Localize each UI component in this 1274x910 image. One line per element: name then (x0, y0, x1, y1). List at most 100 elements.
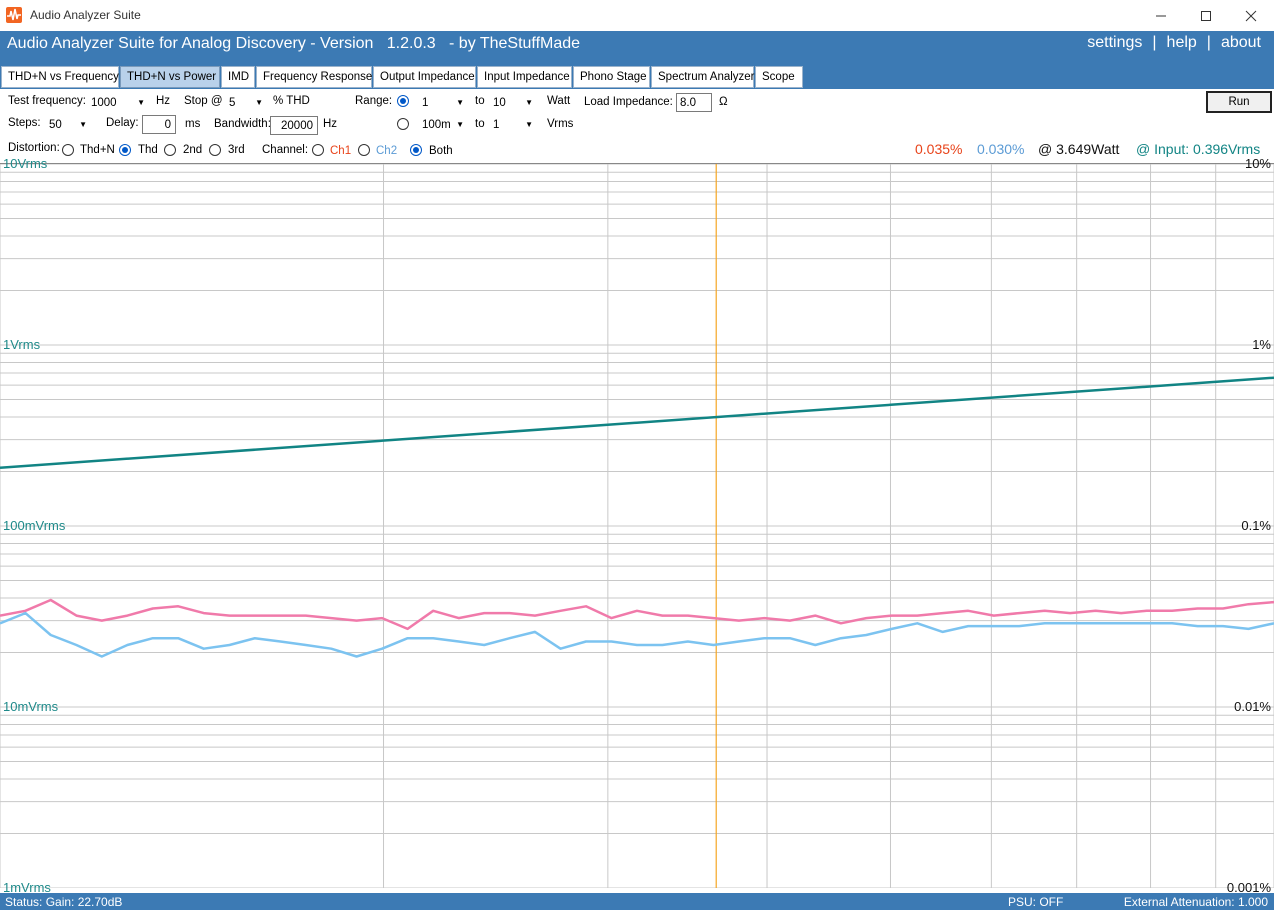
tab-thdn-vs-power[interactable]: THD+N vs Power (120, 66, 220, 88)
bandwidth-input[interactable]: 20000 (270, 116, 318, 135)
steps-value: 50 (49, 119, 62, 131)
status-bar: Status: Gain: 22.70dB PSU: OFF External … (0, 893, 1274, 910)
tab-frequency-response[interactable]: Frequency Response (256, 66, 372, 88)
maximize-icon[interactable] (1183, 0, 1229, 31)
ohm-unit: Ω (719, 96, 728, 108)
range-watt-to-select[interactable]: 10 ▼ (489, 94, 537, 112)
channel-ch2-label: Ch2 (376, 145, 398, 157)
bandwidth-label: Bandwidth: (214, 118, 271, 130)
steps-label: Steps: (8, 117, 41, 129)
right-axis-tick-label: 1% (1252, 337, 1271, 352)
waveform-app-icon (6, 7, 22, 23)
channel-both-radio[interactable] (410, 144, 422, 156)
chevron-down-icon: ▼ (525, 98, 533, 107)
test-frequency-select[interactable]: 1000 ▼ (87, 94, 149, 112)
settings-link[interactable]: settings (1084, 34, 1145, 52)
load-impedance-input[interactable]: 8.0 (676, 93, 712, 112)
watt-unit: Watt (547, 95, 571, 107)
channel-ch2-radio[interactable] (358, 144, 370, 156)
pct-thd-unit: % THD (273, 95, 310, 107)
tab-strip: THD+N vs Frequency THD+N vs Power IMD Fr… (0, 64, 1274, 89)
distortion-thd-radio[interactable] (119, 144, 131, 156)
link-separator: | (1152, 34, 1157, 51)
load-impedance-label: Load Impedance: (584, 96, 673, 108)
chevron-down-icon: ▼ (525, 120, 533, 129)
link-separator: | (1206, 34, 1211, 51)
help-link[interactable]: help (1164, 34, 1200, 52)
thdn-vs-power-chart[interactable]: 10Vrms 1Vrms 100mVrms 10mVrms 1mVrms 10% 1% 0.… (0, 156, 1274, 895)
chevron-down-icon: ▼ (79, 120, 87, 129)
chart-canvas[interactable] (0, 164, 1274, 888)
left-axis-tick-label: 100mVrms (3, 518, 66, 533)
range-watt-from-value: 1 (422, 97, 429, 109)
channel-label: Channel: (262, 144, 309, 156)
tab-phono-stage[interactable]: Phono Stage (573, 66, 650, 88)
controls-panel: Test frequency: 1000 ▼ Hz Stop @ 5 ▼ % T… (0, 89, 1274, 163)
app-header: Audio Analyzer Suite for Analog Discover… (0, 31, 1274, 64)
distortion-3rd-label: 3rd (228, 144, 245, 156)
stop-label: Stop @ (184, 95, 223, 107)
distortion-2nd-label: 2nd (183, 144, 203, 156)
stop-value: 5 (229, 97, 236, 109)
input-vrms-line (0, 376, 1274, 469)
range-vrms-from-select[interactable]: 100m ▼ (418, 116, 468, 134)
ch1-thd-line (0, 598, 1274, 631)
distortion-thdn-radio[interactable] (62, 144, 74, 156)
chevron-down-icon: ▼ (456, 98, 464, 107)
window-title: Audio Analyzer Suite (30, 8, 141, 22)
right-axis-tick-label: 0.1% (1241, 518, 1271, 533)
ch1-thd-readout: 0.035% (915, 141, 963, 157)
left-axis-tick-label: 1Vrms (3, 337, 41, 352)
tab-input-impedance[interactable]: Input Impedance (477, 66, 572, 88)
range-label: Range: (355, 95, 393, 107)
ch2-thd-line (0, 611, 1274, 658)
header-links: settings | help | about (1084, 34, 1264, 52)
vrms-unit: Vrms (547, 118, 574, 130)
range-watt-from-select[interactable]: 1 ▼ (418, 94, 468, 112)
to-label: to (475, 118, 485, 130)
tab-imd[interactable]: IMD (221, 66, 255, 88)
range-vrms-to-select[interactable]: 1 ▼ (489, 116, 537, 134)
distortion-thdn-label: Thd+N (80, 144, 115, 156)
test-frequency-label: Test frequency: (8, 95, 86, 107)
tab-scope[interactable]: Scope (755, 66, 803, 88)
right-axis-tick-label: 0.01% (1234, 699, 1271, 714)
distortion-3rd-radio[interactable] (209, 144, 221, 156)
distortion-label: Distortion: (8, 142, 60, 154)
chevron-down-icon: ▼ (255, 98, 263, 107)
test-frequency-value: 1000 (91, 97, 117, 109)
delay-input[interactable]: 0 (142, 115, 176, 134)
tab-spectrum-analyzer[interactable]: Spectrum Analyzer (651, 66, 755, 88)
range-vrms-radio[interactable] (397, 118, 409, 130)
chevron-down-icon: ▼ (456, 120, 464, 129)
stop-select[interactable]: 5 ▼ (225, 94, 267, 112)
minimize-icon[interactable] (1138, 0, 1184, 31)
close-icon[interactable] (1228, 0, 1274, 31)
ms-unit: ms (185, 118, 201, 130)
distortion-thd-label: Thd (138, 144, 158, 156)
right-axis-tick-label: 10% (1244, 156, 1271, 171)
left-axis-tick-label: 10mVrms (3, 699, 59, 714)
power-readout: @ 3.649Watt (1038, 141, 1120, 157)
run-button[interactable]: Run (1206, 91, 1272, 113)
hz-unit: Hz (156, 95, 171, 107)
title-bar: Audio Analyzer Suite (0, 0, 1274, 31)
tab-output-impedance[interactable]: Output Impedance (373, 66, 476, 88)
app-window: Audio Analyzer Suite Audio Analyzer Suit… (0, 0, 1274, 910)
distortion-2nd-radio[interactable] (164, 144, 176, 156)
range-watt-to-value: 10 (493, 97, 506, 109)
channel-ch1-radio[interactable] (312, 144, 324, 156)
about-link[interactable]: about (1218, 34, 1264, 52)
external-attenuation: External Attenuation: 1.000 (1123, 895, 1268, 909)
input-readout: @ Input: 0.396Vrms (1136, 141, 1261, 157)
range-vrms-from-value: 100m (422, 119, 451, 131)
range-watt-radio[interactable] (397, 95, 409, 107)
app-header-title: Audio Analyzer Suite for Analog Discover… (7, 35, 581, 52)
status-gain: Status: Gain: 22.70dB (5, 895, 123, 909)
ch2-thd-readout: 0.030% (977, 141, 1025, 157)
range-vrms-to-value: 1 (493, 119, 500, 131)
steps-select[interactable]: 50 ▼ (45, 116, 91, 134)
psu-status: PSU: OFF (1008, 895, 1064, 909)
channel-both-label: Both (429, 145, 453, 157)
tab-thdn-vs-frequency[interactable]: THD+N vs Frequency (1, 66, 119, 88)
